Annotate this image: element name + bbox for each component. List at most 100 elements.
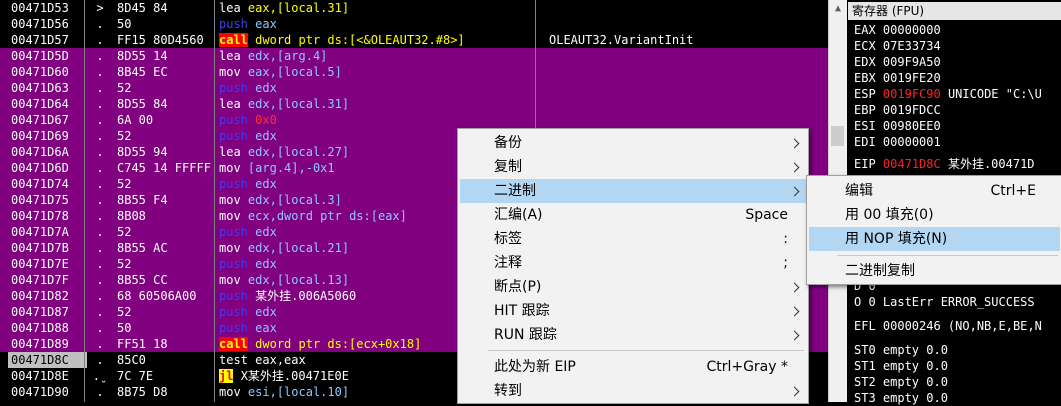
- flow-marker: .: [96, 193, 104, 207]
- register-value: 00980EE0: [882, 119, 941, 133]
- register-line[interactable]: ESP 0019FC90 UNICODE "C:\U: [854, 86, 1042, 102]
- register-line[interactable]: EDI 00000001: [854, 134, 941, 150]
- instruction-hex: C745 14 FFFFF: [117, 161, 211, 175]
- instruction-mnemonic: call: [219, 33, 248, 47]
- instruction-operands: eax: [255, 17, 277, 31]
- register-name: EDI: [854, 135, 876, 149]
- menu-item-label: 编辑: [845, 183, 873, 199]
- instruction-text: push edx: [219, 80, 531, 96]
- register-line: ST3 empty 0.0: [854, 391, 948, 405]
- disasm-row[interactable]: 00471D60. 8B45 EC mov eax,[local.5]: [0, 64, 828, 80]
- register-line[interactable]: EDX 009F9A50: [854, 54, 941, 70]
- instruction-hex: 50: [117, 321, 132, 335]
- instruction-operands: edx,[local.31]: [247, 97, 350, 111]
- context-menu-item[interactable]: 此处为新 EIP Ctrl+Gray *: [460, 355, 806, 379]
- submenu-arrow-icon: [789, 162, 800, 173]
- instruction-comment: OLEAUT32.VariantInit: [549, 33, 694, 47]
- register-line[interactable]: EBX 0019FE20: [854, 70, 941, 86]
- context-menu-item[interactable]: 二进制: [460, 179, 806, 203]
- instruction-hex: 8B08: [117, 209, 146, 223]
- instruction-hex: FF15 80D4560: [117, 33, 204, 47]
- instruction-operands: eax,[local.31]: [247, 1, 350, 15]
- instruction-mnemonic: mov: [219, 385, 241, 399]
- menu-item-shortcut: :: [783, 231, 788, 247]
- instruction-operands: edx,[local.3]: [247, 193, 342, 207]
- instruction-hex: 8D45 84: [117, 1, 168, 15]
- scroll-thumb[interactable]: [831, 126, 844, 146]
- instruction-hex: 52: [117, 257, 132, 271]
- register-name: ESI: [854, 119, 876, 133]
- instruction-operands: edx,[local.13]: [247, 273, 350, 287]
- instruction-hex: 8D55 84: [117, 97, 168, 111]
- flow-marker: .: [96, 97, 104, 111]
- instruction-hex: 8D55 94: [117, 145, 168, 159]
- instruction-text: call dword ptr ds:[<&OLEAUT32.#8>]: [219, 32, 531, 48]
- instruction-mnemonic: lea: [219, 1, 241, 15]
- register-name: EDX: [854, 55, 876, 69]
- instruction-hex: 52: [117, 81, 132, 95]
- register-line[interactable]: ESI 00980EE0: [854, 118, 941, 134]
- instruction-operands: dword ptr ds:[<&OLEAUT32.#8>]: [255, 33, 465, 47]
- menu-item-label: 复制: [494, 159, 522, 175]
- binary-submenu-item[interactable]: 用 NOP 填充(N): [809, 227, 1060, 251]
- binary-submenu-item[interactable]: 二进制复制: [809, 259, 1060, 283]
- flow-marker: .: [96, 81, 104, 95]
- instruction-text: push eax: [219, 16, 531, 32]
- context-menu-item[interactable]: RUN 跟踪: [460, 323, 806, 347]
- binary-submenu[interactable]: 编辑 Ctrl+E 用 00 填充(0) 用 NOP 填充(N) 二进制复制: [806, 175, 1061, 285]
- context-menu-item[interactable]: 转到: [460, 379, 806, 403]
- menu-item-label: 汇编(A): [494, 207, 543, 223]
- instruction-comment: [549, 16, 829, 32]
- instruction-address: 00471D75: [11, 193, 69, 207]
- flow-marker: .: [96, 49, 104, 63]
- instruction-address: 00471D74: [11, 177, 69, 191]
- disasm-row[interactable]: 00471D63. 52 push edx: [0, 80, 828, 96]
- context-menu[interactable]: 备份复制二进制汇编(A) Space 标签: 注释; 断点(P) HIT 跟踪 RUN 跟踪…: [457, 128, 809, 404]
- instruction-mnemonic: push: [219, 305, 248, 319]
- instruction-hex: 8B55 AC: [117, 241, 168, 255]
- disasm-row[interactable]: 00471D5D. 8D55 14 lea edx,[arg.4]: [0, 48, 828, 64]
- disasm-row[interactable]: 00471D64. 8D55 84 lea edx,[local.31]: [0, 96, 828, 112]
- menu-item-label: 备份: [494, 135, 522, 151]
- menu-item-label: RUN 跟踪: [494, 327, 557, 343]
- instruction-hex: 7C 7E: [117, 369, 154, 383]
- register-line[interactable]: EIP 00471D8C 某外挂.00471D: [854, 156, 1035, 172]
- instruction-mnemonic: mov: [219, 65, 241, 79]
- disasm-row[interactable]: 00471D67. 6A 00 push 0x0: [0, 112, 828, 128]
- register-line[interactable]: EAX 00000000: [854, 22, 941, 38]
- context-menu-item[interactable]: 备份: [460, 131, 806, 155]
- instruction-mnemonic: push: [219, 113, 248, 127]
- instruction-operands: edx: [255, 81, 277, 95]
- menu-item-label: 转到: [494, 383, 522, 399]
- binary-submenu-item[interactable]: 用 00 填充(0): [809, 203, 1060, 227]
- instruction-operands: esi,[local.10]: [247, 385, 350, 399]
- disasm-row[interactable]: 00471D56. 50 push eax: [0, 16, 828, 32]
- instruction-mnemonic: lea: [219, 97, 241, 111]
- instruction-operands: eax,eax: [255, 353, 306, 367]
- disasm-row[interactable]: 00471D57. FF15 80D4560 call dword ptr ds:[…: [0, 32, 828, 48]
- instruction-mnemonic: push: [219, 257, 248, 271]
- instruction-operands: ecx,dword ptr ds:[eax]: [247, 209, 407, 223]
- context-menu-item[interactable]: 断点(P): [460, 275, 806, 299]
- register-name: EBX: [854, 71, 876, 85]
- scroll-up-arrow-icon[interactable]: ▲: [829, 0, 847, 17]
- context-menu-item[interactable]: 复制: [460, 155, 806, 179]
- register-line: ST1 empty 0.0: [854, 359, 948, 373]
- instruction-address: 00471D78: [11, 209, 69, 223]
- instruction-address: 00471D8C: [8, 352, 87, 368]
- binary-submenu-item[interactable]: 编辑 Ctrl+E: [809, 179, 1060, 203]
- context-menu-item[interactable]: 注释;: [460, 251, 806, 275]
- submenu-arrow-icon: [789, 386, 800, 397]
- context-menu-item[interactable]: 汇编(A) Space: [460, 203, 806, 227]
- instruction-mnemonic: push: [219, 177, 248, 191]
- register-line[interactable]: ECX 07E33734: [854, 38, 941, 54]
- submenu-arrow-icon: [789, 186, 800, 197]
- context-menu-item[interactable]: 标签:: [460, 227, 806, 251]
- context-menu-item[interactable]: HIT 跟踪: [460, 299, 806, 323]
- menu-item-label: 二进制: [494, 183, 536, 199]
- disasm-row[interactable]: 00471D53 >8D45 84 lea eax,[local.31]: [0, 0, 828, 16]
- register-line[interactable]: EBP 0019FDCC: [854, 102, 941, 118]
- flow-marker: .: [96, 321, 104, 335]
- instruction-mnemonic: call: [219, 337, 248, 351]
- instruction-address: 00471D57: [11, 33, 69, 47]
